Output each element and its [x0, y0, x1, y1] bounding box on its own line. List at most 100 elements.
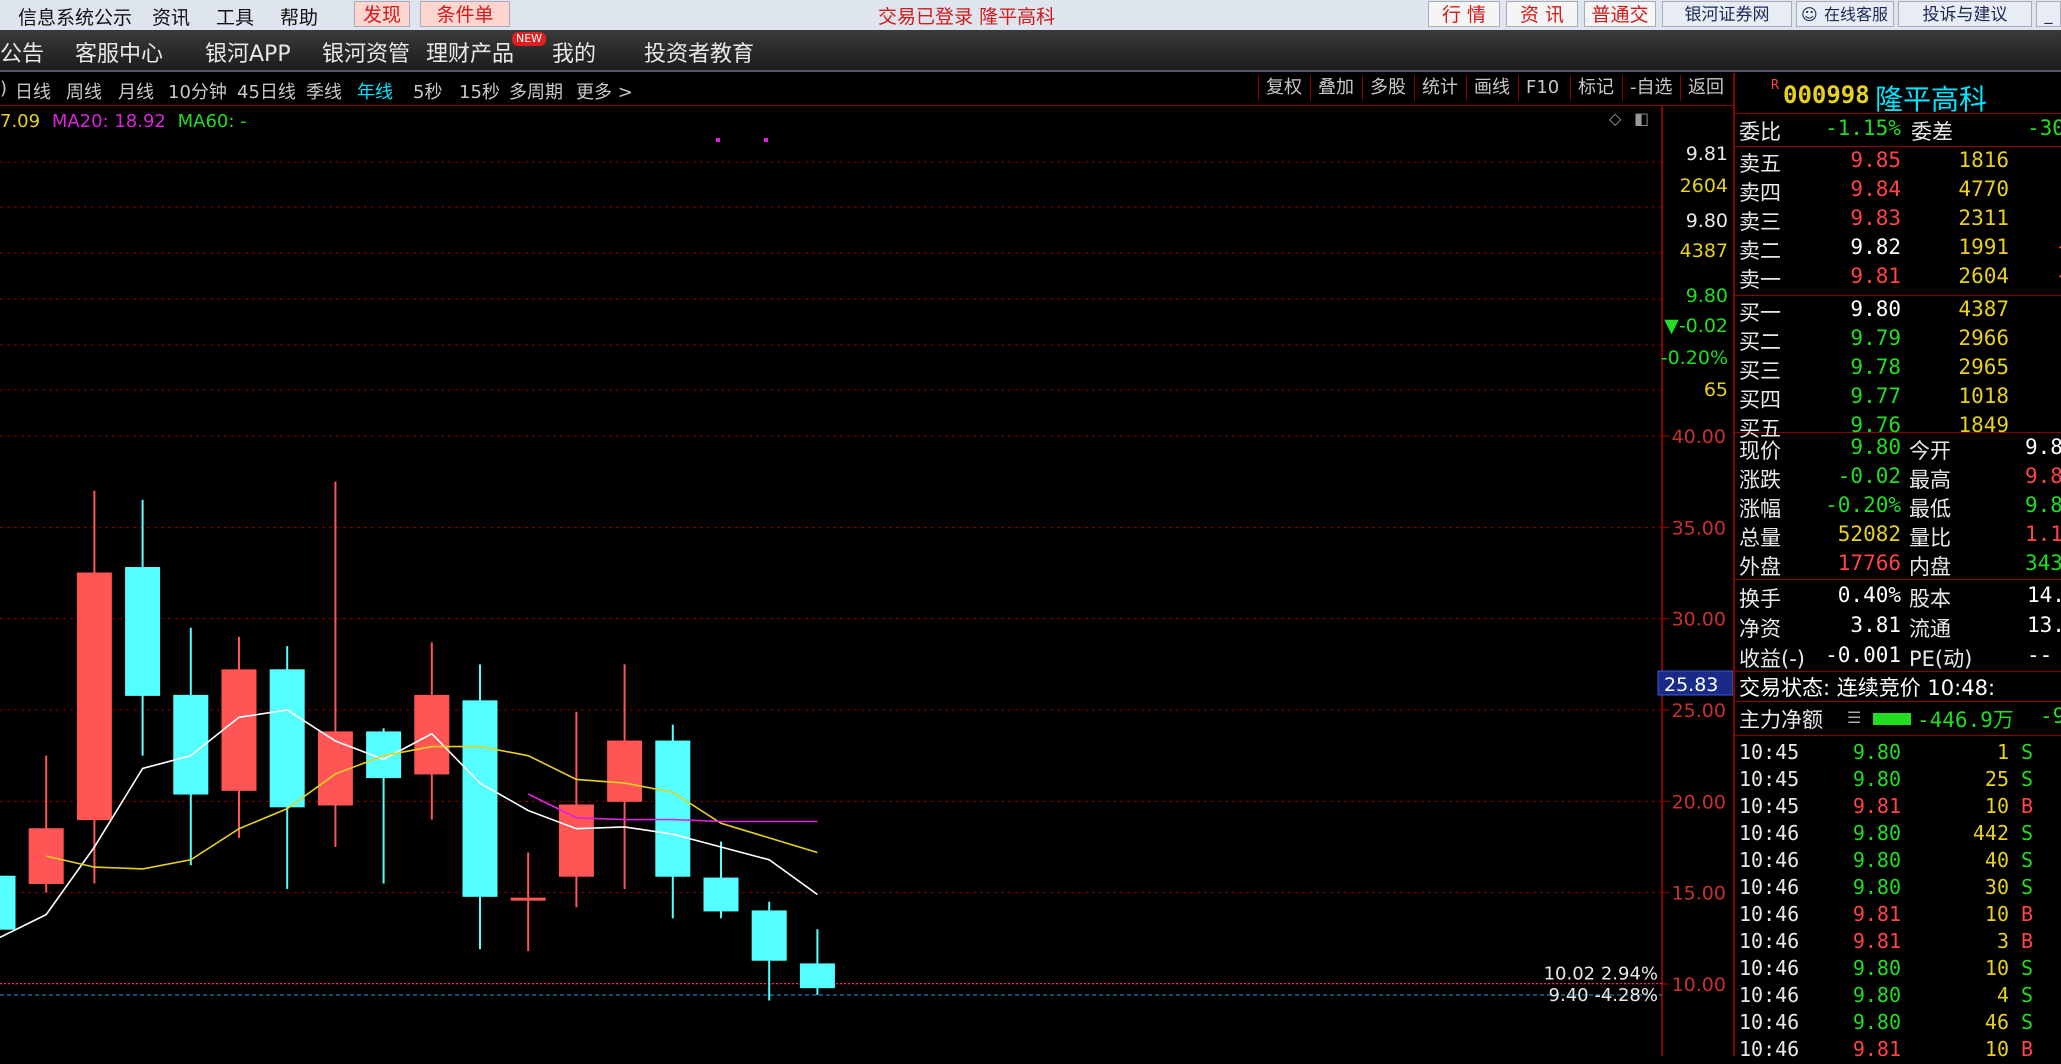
kline-chart[interactable]: 40.00 35.00 30.00 25.00 20.00 15.00 10.00 9.81 2…: [0, 105, 1733, 1056]
tool-overlay[interactable]: 叠加: [1310, 75, 1361, 101]
tick-time: 10:46: [1739, 821, 1800, 845]
sell-level-label: 卖二: [1739, 239, 1781, 263]
period-more[interactable]: 更多 >: [576, 78, 633, 104]
tick-row: 10:45 9.80 25 S: [1735, 767, 2061, 794]
stat2-label: 净资: [1739, 617, 1781, 641]
complaint-button[interactable]: 投诉与建议: [1898, 1, 2032, 27]
ma60-value: MA60: -: [177, 111, 247, 132]
stat-value-2: 9.8: [2025, 493, 2061, 517]
candle-body: [0, 875, 16, 930]
divider: [1735, 701, 2061, 702]
tool-multi-stock[interactable]: 多股: [1362, 75, 1413, 101]
menu-news[interactable]: 资讯: [152, 3, 190, 30]
stat-row: 现价 9.80 今开 9.8: [1735, 435, 2061, 463]
tick-time: 10:45: [1739, 740, 1800, 764]
tool-back[interactable]: 返回: [1680, 75, 1731, 101]
normal-trade-button[interactable]: 普通交易: [1584, 1, 1656, 52]
tool-statistics[interactable]: 统计: [1414, 75, 1465, 101]
candle-body: [125, 567, 161, 696]
menu-help[interactable]: 帮助: [280, 3, 318, 30]
side-label: 4387: [1680, 240, 1728, 262]
nav-service-center[interactable]: 客服中心: [75, 36, 163, 68]
stat2-row: 换手 0.40% 股本 14.7: [1735, 583, 2061, 611]
tool-f10[interactable]: F10: [1518, 75, 1566, 101]
nav-investor-education[interactable]: 投资者教育: [644, 36, 754, 68]
minimize-icon[interactable]: _: [2036, 1, 2061, 27]
stat2-value: 3.81: [1850, 613, 1901, 637]
tick-direction: S: [2021, 767, 2034, 791]
sell-level-row: 卖一9.812604+: [1735, 264, 2061, 292]
stat-value: 9.80: [1850, 435, 1901, 459]
period-45day[interactable]: 45日线: [237, 78, 296, 104]
period-weekly[interactable]: 周线: [66, 78, 102, 104]
tool-watchlist[interactable]: -自选: [1622, 75, 1680, 101]
period-10min[interactable]: 10分钟: [168, 78, 227, 104]
nav-yinhe-app[interactable]: 银河APP: [205, 36, 291, 68]
yinhe-website-button[interactable]: 银河证券网: [1662, 1, 1792, 27]
stat-label: 总量: [1739, 526, 1781, 550]
menu-tools[interactable]: 工具: [216, 3, 254, 30]
nav-asset-management[interactable]: 银河资管: [322, 36, 410, 68]
period-15sec[interactable]: 15秒: [459, 78, 500, 104]
list-icon[interactable]: ☰: [1847, 708, 1861, 727]
weibi-value: -1.15%: [1825, 116, 1901, 140]
period-quarterly[interactable]: 季线: [306, 78, 342, 104]
tick-volume: 40: [1984, 848, 2009, 872]
login-status: 交易已登录: [878, 6, 974, 28]
condition-order-button[interactable]: 条件单: [420, 1, 510, 27]
nav-announcement[interactable]: 公告: [0, 36, 44, 68]
sell-level-label: 卖三: [1739, 210, 1781, 234]
main-net-value: -446.9万: [1917, 708, 2014, 732]
stat2-label: 换手: [1739, 587, 1781, 611]
tick-volume: 4: [1996, 983, 2009, 1007]
diamond-icon[interactable]: ◇: [1609, 109, 1621, 128]
online-service-button[interactable]: ☺ 在线客服: [1796, 1, 1894, 27]
expand-icon[interactable]: ◧: [1634, 109, 1649, 128]
tick-direction: S: [2021, 956, 2034, 980]
discover-button[interactable]: 发现: [354, 1, 410, 27]
period-separator: ): [0, 78, 8, 99]
buy-level-volume: 1018: [1958, 384, 2009, 408]
tick-direction: S: [2021, 821, 2034, 845]
current-price-marker-label: 25.83: [1664, 674, 1718, 696]
candle-body: [799, 963, 835, 989]
tick-time: 10:46: [1739, 956, 1800, 980]
period-daily[interactable]: 日线: [15, 78, 51, 104]
sell-level-volume: 1816: [1958, 148, 2009, 172]
stat-label: 涨幅: [1739, 497, 1781, 521]
side-label: 2604: [1680, 175, 1728, 197]
sell-level-row: 卖五 9.85 1816: [1735, 148, 2061, 176]
candle-body: [76, 572, 112, 821]
tick-price: 9.81: [1852, 902, 1901, 926]
stat-value-2: 1.1: [2025, 522, 2061, 546]
stat-label: 外盘: [1739, 555, 1781, 579]
period-5sec[interactable]: 5秒: [413, 78, 442, 104]
tool-draw-line[interactable]: 画线: [1466, 75, 1517, 101]
tick-price: 9.81: [1852, 929, 1901, 953]
ma-legend: 7.09 MA20: 18.92 MA60: -: [0, 111, 247, 132]
nav-mine[interactable]: 我的: [552, 36, 596, 68]
stat-row: 涨跌 -0.02 最高 9.8: [1735, 464, 2061, 492]
tick-row: 10:45 9.81 10 B: [1735, 794, 2061, 821]
nav-wealth-products[interactable]: 理财产品: [426, 36, 514, 68]
period-yearly[interactable]: 年线: [357, 78, 393, 104]
stat-label: 现价: [1739, 439, 1781, 463]
menu-info-disclosure[interactable]: 信息系统公示: [18, 3, 132, 30]
period-toolbar: ) 日线 周线 月线 10分钟 45日线 季线 年线 5秒 15秒 多周期 更多…: [0, 73, 1733, 106]
market-button[interactable]: 行 情: [1428, 1, 1500, 27]
menu-bar: 信息系统公示 资讯 工具 帮助 发现 条件单 交易已登录 隆平高科 行 情 资 …: [0, 0, 2061, 52]
tool-adjust-rights[interactable]: 复权: [1258, 75, 1309, 101]
buy-level-label: 买四: [1739, 388, 1781, 412]
period-multi[interactable]: 多周期: [509, 78, 563, 104]
news-button[interactable]: 资 讯: [1506, 1, 1578, 27]
tick-direction: S: [2021, 875, 2034, 899]
period-monthly[interactable]: 月线: [118, 78, 154, 104]
tick-volume: 3: [1996, 929, 2009, 953]
ma20-value: MA20: 18.92: [51, 111, 166, 132]
tick-price: 9.80: [1852, 956, 1901, 980]
tool-mark[interactable]: 标记: [1570, 75, 1621, 101]
stat2-value: -0.001: [1825, 643, 1901, 667]
tick-row: 10:46 9.80 40 S: [1735, 848, 2061, 875]
side-label: -0.20%: [1661, 347, 1728, 369]
stat-label-2: 量比: [1909, 526, 1951, 550]
